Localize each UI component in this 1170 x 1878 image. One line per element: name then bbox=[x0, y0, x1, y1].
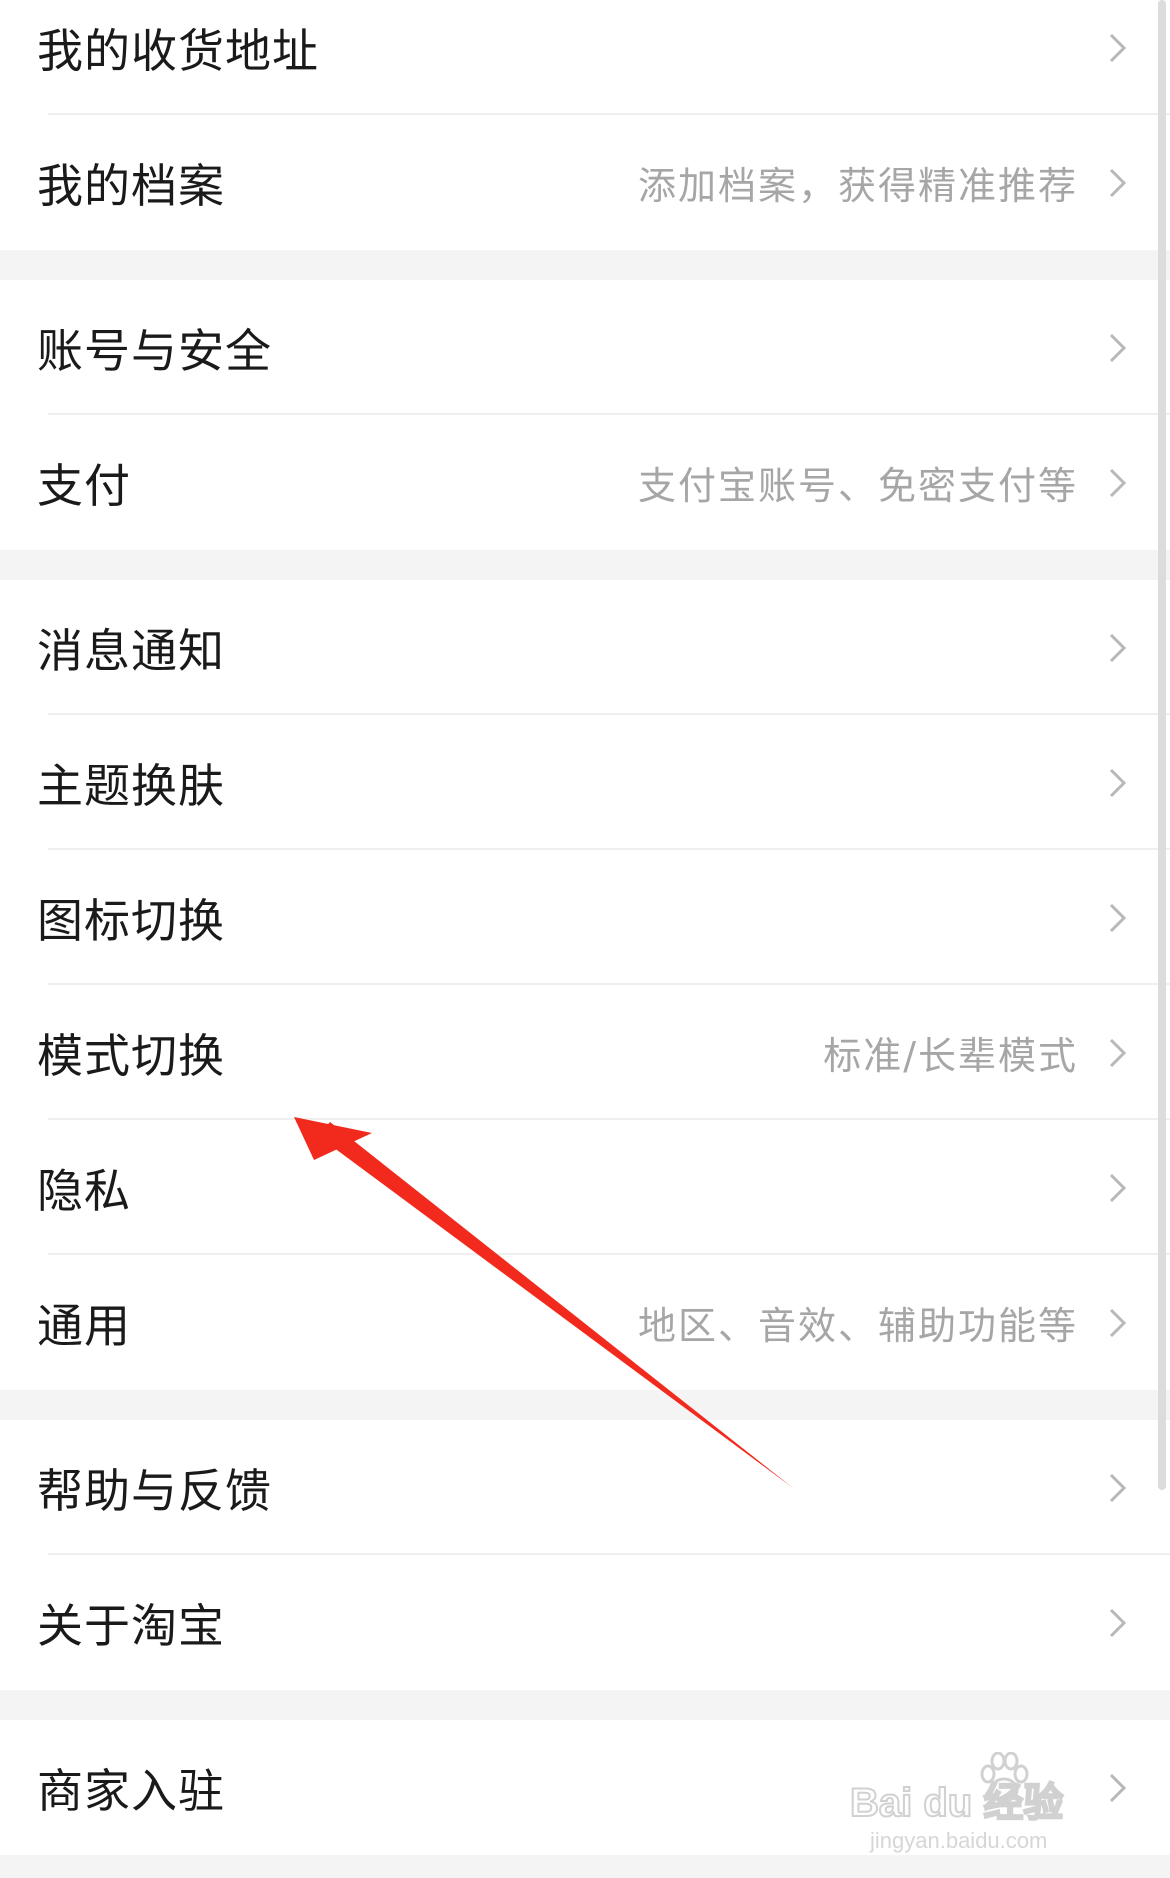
chevron-right-icon bbox=[1109, 168, 1127, 197]
section-gap bbox=[0, 1690, 1170, 1720]
baidu-jingyan-watermark: Bai du 经验 jingyan.baidu.com bbox=[849, 1752, 1110, 1862]
section-gap bbox=[0, 1390, 1170, 1420]
menu-item-privacy[interactable]: 隐私 bbox=[0, 1120, 1170, 1255]
menu-item-help-feedback[interactable]: 帮助与反馈 bbox=[0, 1420, 1170, 1555]
chevron-right-icon bbox=[1109, 1038, 1127, 1067]
menu-item-label: 图标切换 bbox=[37, 893, 225, 948]
chevron-right-icon bbox=[1109, 903, 1127, 932]
menu-item-theme[interactable]: 主题换肤 bbox=[0, 715, 1170, 850]
chevron-right-icon bbox=[1109, 1308, 1127, 1337]
menu-item-payment[interactable]: 支付 支付宝账号、免密支付等 bbox=[0, 415, 1170, 550]
menu-item-label: 隐私 bbox=[37, 1163, 131, 1218]
vertical-scrollbar[interactable] bbox=[1158, 0, 1166, 1490]
settings-group-help: 帮助与反馈 关于淘宝 bbox=[0, 1420, 1170, 1690]
chevron-right-icon bbox=[1109, 33, 1127, 62]
menu-item-shipping-address[interactable]: 我的收货地址 bbox=[0, 0, 1170, 115]
menu-item-label: 我的收货地址 bbox=[37, 23, 319, 78]
chevron-right-icon bbox=[1109, 468, 1127, 497]
menu-item-my-profile[interactable]: 我的档案 添加档案，获得精准推荐 bbox=[0, 115, 1170, 250]
watermark-brand: Bai du 经验 bbox=[849, 1780, 1064, 1826]
chevron-right-icon bbox=[1109, 333, 1127, 362]
menu-item-account-security[interactable]: 账号与安全 bbox=[0, 280, 1170, 415]
menu-item-hint: 支付宝账号、免密支付等 bbox=[637, 464, 1078, 508]
menu-item-label: 通用 bbox=[37, 1298, 131, 1353]
menu-item-label: 支付 bbox=[37, 458, 131, 513]
chevron-right-icon bbox=[1109, 633, 1127, 662]
menu-item-general[interactable]: 通用 地区、音效、辅助功能等 bbox=[0, 1255, 1170, 1390]
section-gap bbox=[0, 550, 1170, 580]
section-gap bbox=[0, 250, 1170, 280]
settings-group-preferences: 消息通知 主题换肤 图标切换 模式切换 标准/长辈模式 隐私 通用 地区、音效、… bbox=[0, 580, 1170, 1390]
menu-item-label: 帮助与反馈 bbox=[37, 1463, 272, 1518]
paw-icon bbox=[980, 1752, 1029, 1803]
menu-item-label: 账号与安全 bbox=[37, 323, 272, 378]
menu-item-hint: 添加档案，获得精准推荐 bbox=[637, 164, 1078, 208]
menu-item-label: 主题换肤 bbox=[37, 758, 225, 813]
menu-item-notifications[interactable]: 消息通知 bbox=[0, 580, 1170, 715]
menu-item-label: 我的档案 bbox=[37, 158, 225, 213]
chevron-right-icon bbox=[1109, 768, 1127, 797]
menu-item-about-taobao[interactable]: 关于淘宝 bbox=[0, 1555, 1170, 1690]
menu-item-mode-switch[interactable]: 模式切换 标准/长辈模式 bbox=[0, 985, 1170, 1120]
menu-item-hint: 标准/长辈模式 bbox=[823, 1034, 1078, 1078]
menu-item-label: 关于淘宝 bbox=[37, 1598, 225, 1653]
menu-item-label: 模式切换 bbox=[37, 1028, 225, 1083]
menu-item-icon-switch[interactable]: 图标切换 bbox=[0, 850, 1170, 985]
menu-item-label: 消息通知 bbox=[37, 623, 225, 678]
chevron-right-icon bbox=[1109, 1473, 1127, 1502]
settings-page: 我的收货地址 我的档案 添加档案，获得精准推荐 账号与安全 支付 支付宝账号、免… bbox=[0, 0, 1170, 1878]
chevron-right-icon bbox=[1109, 1608, 1127, 1637]
menu-item-label: 商家入驻 bbox=[37, 1763, 225, 1818]
settings-group-account: 账号与安全 支付 支付宝账号、免密支付等 bbox=[0, 280, 1170, 550]
menu-item-hint: 地区、音效、辅助功能等 bbox=[637, 1304, 1078, 1348]
chevron-right-icon bbox=[1109, 1173, 1127, 1202]
watermark-site: jingyan.baidu.com bbox=[870, 1828, 1048, 1853]
settings-group-address: 我的收货地址 我的档案 添加档案，获得精准推荐 bbox=[0, 0, 1170, 250]
